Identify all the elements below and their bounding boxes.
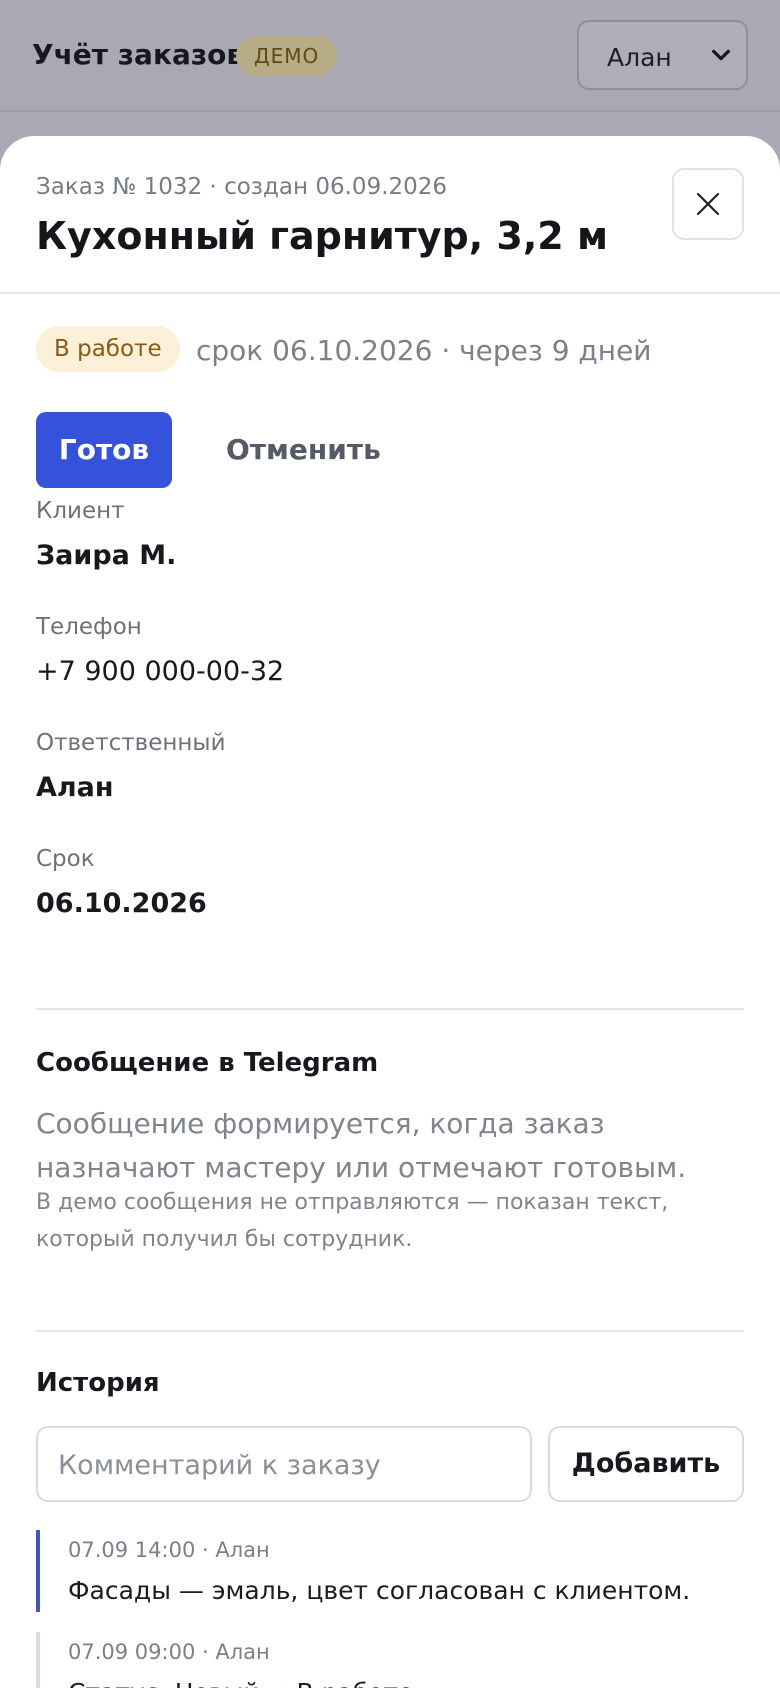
field-value-deadline: 06.10.2026 <box>36 888 207 919</box>
section-divider <box>36 1008 744 1010</box>
status-badge: В работе <box>36 326 180 372</box>
demo-badge: ДЕМО <box>236 36 338 76</box>
telegram-section-title: Сообщение в Telegram <box>36 1048 379 1078</box>
app-title: Учёт заказов <box>32 38 245 71</box>
telegram-note: В демо сообщения не отправляются — показ… <box>36 1190 669 1252</box>
cancel-order-button[interactable]: Отменить <box>216 412 391 488</box>
close-button[interactable] <box>672 168 744 240</box>
history-entry: 07.09 09:00 · Алан Статус: Новый → В раб… <box>36 1632 744 1688</box>
comment-input[interactable] <box>58 1448 514 1482</box>
history-title: История <box>36 1368 160 1398</box>
order-meta: Заказ № 1032 · создан 06.09.2026 <box>36 174 448 200</box>
history-entry-marker <box>36 1530 40 1612</box>
history-entry-meta: 07.09 09:00 · Алан <box>68 1640 270 1664</box>
status-row: В работе срок 06.10.2026 · через 9 дней <box>36 326 746 374</box>
field-label-assignee: Ответственный <box>36 730 226 756</box>
field-value-phone[interactable]: +7 900 000-00-32 <box>36 656 284 687</box>
history-entry-text: Фасады — эмаль, цвет согласован с клиент… <box>68 1576 691 1605</box>
order-detail-sheet: Заказ № 1032 · создан 06.09.2026 Кухонны… <box>0 136 780 1688</box>
field-label-phone: Телефон <box>36 614 142 640</box>
history-entry-marker <box>36 1632 40 1688</box>
order-title: Кухонный гарнитур, 3,2 м <box>36 214 609 258</box>
user-select-value: Алан <box>607 43 672 72</box>
deadline-text: срок 06.10.2026 · через 9 дней <box>196 334 652 367</box>
field-value-client: Заира М. <box>36 540 177 571</box>
field-label-deadline: Срок <box>36 846 95 872</box>
history-entry-text: Статус: Новый → В работе <box>68 1678 744 1688</box>
field-label-client: Клиент <box>36 498 125 524</box>
comment-input-wrapper <box>36 1426 532 1502</box>
done-button[interactable]: Готов <box>36 412 172 488</box>
app-header: Учёт заказов ДЕМО Алан <box>0 0 780 112</box>
history-entry: 07.09 14:00 · Алан Фасады — эмаль, цвет … <box>36 1530 744 1612</box>
field-value-assignee: Алан <box>36 772 114 803</box>
telegram-description: Сообщение формируется, когда заказ назна… <box>36 1107 687 1184</box>
user-select[interactable]: Алан <box>577 20 748 90</box>
history-entry-meta: 07.09 14:00 · Алан <box>68 1538 270 1562</box>
sheet-header: Заказ № 1032 · создан 06.09.2026 Кухонны… <box>0 136 780 294</box>
section-divider <box>36 1330 744 1332</box>
close-icon <box>696 192 720 216</box>
add-comment-button[interactable]: Добавить <box>548 1426 744 1502</box>
chevron-down-icon <box>712 49 730 61</box>
